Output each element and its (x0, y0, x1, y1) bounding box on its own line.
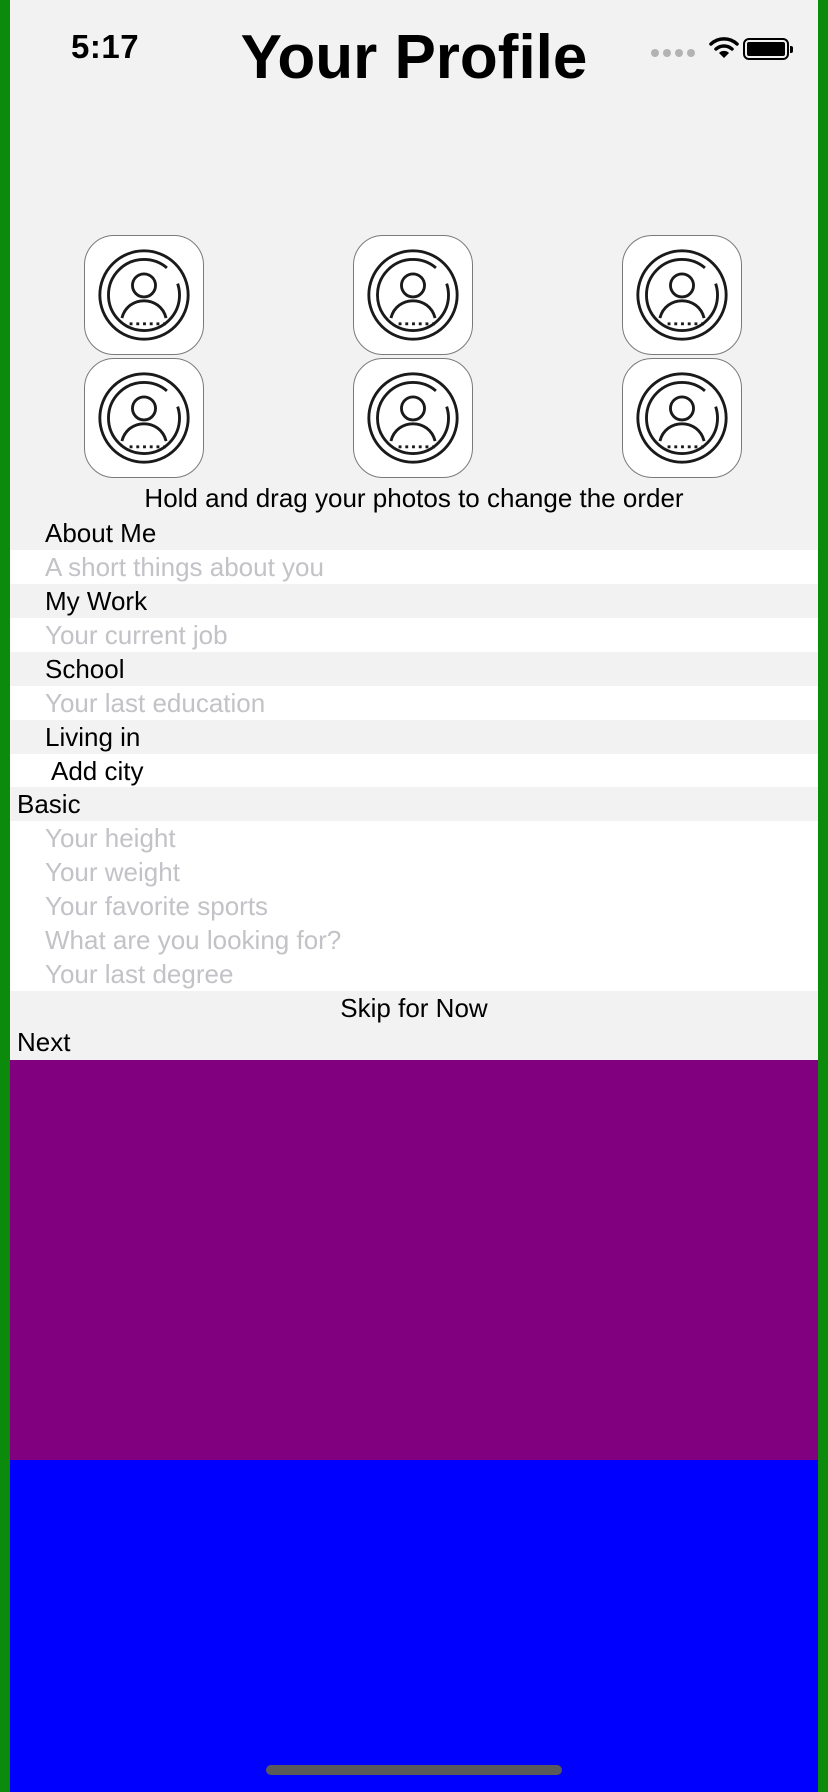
photo-slot-5[interactable] (353, 358, 473, 478)
favorite-sports-input[interactable]: Your favorite sports (45, 889, 268, 923)
last-degree-input[interactable]: Your last degree (45, 957, 233, 991)
profile-avatar-icon (98, 372, 190, 464)
photo-slot-4[interactable] (84, 358, 204, 478)
height-input[interactable]: Your height (45, 821, 176, 855)
living-in-label: Living in (10, 720, 818, 754)
weight-input[interactable]: Your weight (45, 855, 180, 889)
photo-slot-6[interactable] (622, 358, 742, 478)
profile-avatar-icon (367, 249, 459, 341)
about-me-input[interactable]: A short things about you (10, 550, 818, 584)
profile-avatar-icon (636, 372, 728, 464)
cellular-signal-icon (651, 49, 695, 57)
basic-section-label: Basic (10, 787, 818, 821)
school-input[interactable]: Your last education (10, 686, 818, 720)
status-icons (651, 36, 801, 66)
wifi-icon (709, 37, 739, 58)
school-label: School (10, 652, 818, 686)
next-button[interactable]: Next (17, 1025, 70, 1059)
profile-screen: 5:17 Your Profile Hold and drag your pho… (10, 0, 818, 1792)
looking-for-input[interactable]: What are you looking for? (45, 923, 341, 957)
skip-for-now-button[interactable]: Skip for Now (10, 991, 818, 1025)
basic-fields: Your height Your weight Your favorite sp… (10, 821, 818, 991)
my-work-input[interactable]: Your current job (10, 618, 818, 652)
blue-panel (10, 1460, 818, 1792)
add-city-button[interactable]: Add city (10, 754, 818, 788)
purple-panel (10, 1060, 818, 1460)
photo-slot-2[interactable] (353, 235, 473, 355)
home-indicator[interactable] (266, 1765, 562, 1775)
photo-slot-3[interactable] (622, 235, 742, 355)
profile-avatar-icon (636, 249, 728, 341)
photo-reorder-hint: Hold and drag your photos to change the … (144, 483, 684, 513)
my-work-label: My Work (10, 584, 818, 618)
profile-avatar-icon (98, 249, 190, 341)
photo-slot-1[interactable] (84, 235, 204, 355)
profile-avatar-icon (367, 372, 459, 464)
battery-icon (743, 38, 793, 60)
about-me-label: About Me (10, 516, 818, 550)
